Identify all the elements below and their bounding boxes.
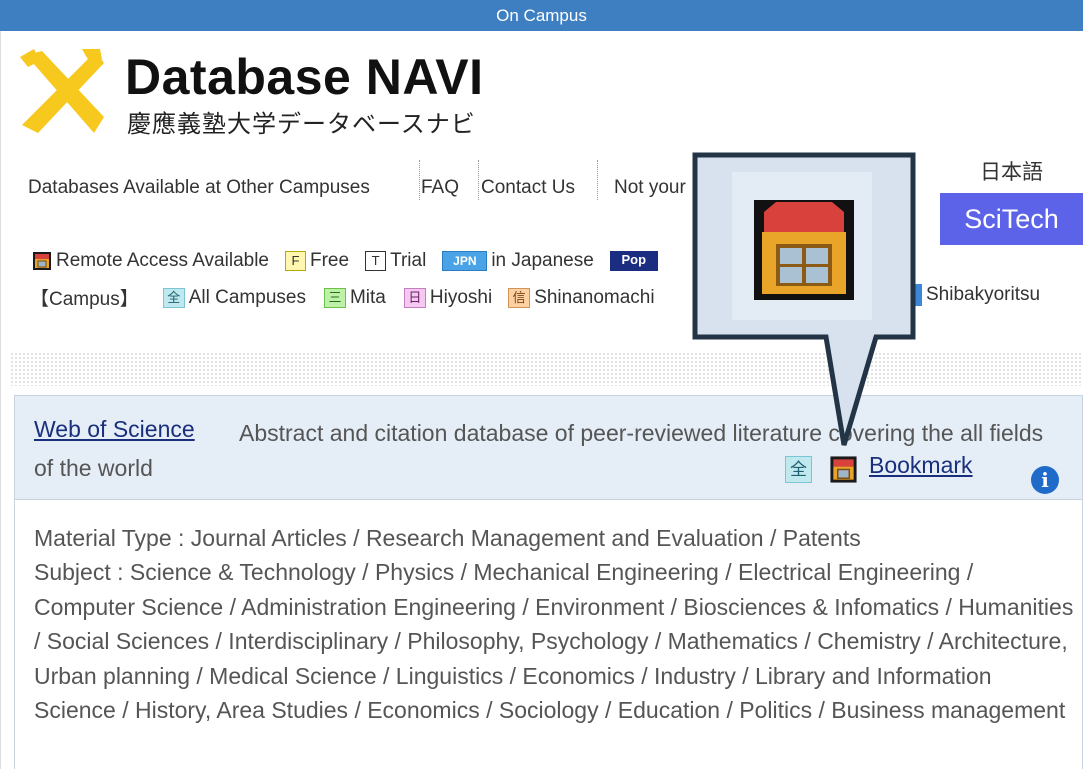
on-campus-bar: On Campus	[0, 0, 1083, 31]
bookmark-link[interactable]: Bookmark	[869, 452, 973, 479]
legend-remote-label: Remote Access Available	[56, 250, 269, 271]
campus-shinanomachi-label: Shinanomachi	[534, 286, 655, 308]
zoom-callout	[692, 152, 916, 446]
nav-divider	[478, 160, 479, 200]
legend-free-label: Free	[310, 250, 350, 271]
language-switch[interactable]: 日本語	[980, 156, 1043, 186]
site-title[interactable]: Database NAVI	[125, 48, 483, 106]
remote-access-house-icon	[33, 252, 51, 270]
legend-row: Remote Access Available F Free T Trial J…	[32, 250, 662, 272]
nav-divider	[597, 160, 598, 200]
zoomed-house-icon	[754, 200, 854, 300]
legend-japanese-label: in Japanese	[491, 250, 594, 271]
bookmark-house-icon[interactable]	[829, 455, 858, 484]
mita-badge: 三	[323, 287, 346, 308]
info-icon[interactable]: i	[1031, 466, 1059, 494]
nav-other-campuses[interactable]: Databases Available at Other Campuses	[28, 163, 370, 213]
campus-legend-row: 【Campus】 全 All Campuses 三 Mita 日 Hiyoshi…	[30, 284, 655, 311]
nav-faq[interactable]: FAQ	[421, 163, 459, 213]
jpn-badge: JPN	[442, 251, 488, 271]
entry-all-campuses-badge: 全	[785, 456, 812, 483]
database-link[interactable]: Web of Science	[34, 416, 195, 443]
page-left-border	[0, 31, 1, 769]
campus-all-label: All Campuses	[188, 286, 306, 308]
campus-heading: 【Campus】	[30, 289, 139, 310]
campus-shibakyoritsu-label: Shibakyoritsu	[926, 284, 1041, 305]
nav-not-your[interactable]: Not your	[614, 163, 686, 213]
trial-badge: T	[365, 251, 387, 271]
entry-detail-text: Material Type : Journal Articles / Resea…	[34, 521, 1074, 727]
dotted-divider	[10, 352, 1083, 386]
pop-badge: Pop	[609, 251, 658, 271]
logo-x-icon[interactable]	[16, 47, 106, 137]
campus-legend-shiba: Shibakyoritsu	[912, 284, 1040, 306]
nav-divider	[419, 160, 420, 200]
free-badge: F	[285, 251, 306, 271]
material-type: Material Type : Journal Articles / Resea…	[34, 525, 861, 551]
nav-contact-us[interactable]: Contact Us	[481, 163, 575, 213]
scitech-button[interactable]: SciTech	[940, 193, 1083, 245]
legend-trial-label: Trial	[390, 250, 427, 271]
subject-list: Subject : Science & Technology / Physics…	[34, 559, 1074, 724]
campus-mita-label: Mita	[349, 286, 386, 308]
shinanomachi-badge: 信	[508, 287, 531, 308]
all-campuses-badge: 全	[162, 287, 185, 308]
site-subtitle: 慶應義塾大学データベースナビ	[127, 110, 476, 138]
campus-hiyoshi-label: Hiyoshi	[429, 286, 493, 308]
hiyoshi-badge: 日	[403, 287, 426, 308]
